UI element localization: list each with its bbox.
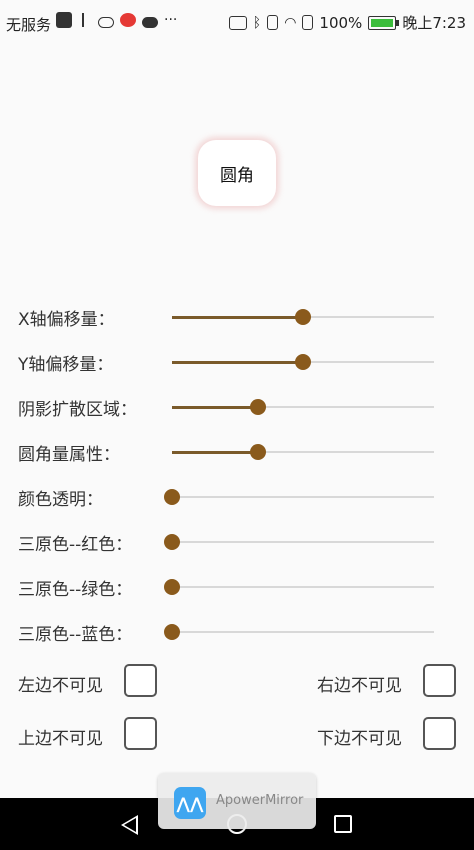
battery-icon xyxy=(368,15,400,30)
cloud-upload-icon xyxy=(142,16,158,28)
clock: 晚上7:23 xyxy=(402,14,466,32)
slider-thumb[interactable] xyxy=(250,399,267,415)
usb-icon xyxy=(82,13,92,27)
top-invisible-checkbox[interactable] xyxy=(124,717,157,750)
slider-row: 圆角量属性： xyxy=(0,436,474,466)
apowermirror-floating-button[interactable]: ⋀⋀ ApowerMirror xyxy=(158,773,316,829)
preview-shadow: 圆角 xyxy=(198,140,276,206)
cast-icon xyxy=(228,15,247,30)
slider-track[interactable] xyxy=(172,405,434,409)
slider-thumb[interactable] xyxy=(164,534,180,550)
slider-track[interactable] xyxy=(172,586,434,588)
sim-icon xyxy=(302,15,314,30)
slider-track[interactable] xyxy=(172,496,434,498)
right-invisible-checkbox[interactable] xyxy=(423,664,456,697)
slider-active-track xyxy=(172,315,303,319)
slider-label: Y轴偏移量： xyxy=(18,355,114,375)
slider-row: 三原色--绿色： xyxy=(0,571,474,601)
recent-apps-icon[interactable] xyxy=(334,815,352,833)
slider-active-track xyxy=(172,360,303,364)
slider-label: 颜色透明： xyxy=(18,490,103,510)
slider-row: 阴影扩散区域： xyxy=(0,391,474,421)
slider-track[interactable] xyxy=(172,541,434,543)
slider-label: 三原色--蓝色： xyxy=(18,625,133,645)
slider-track[interactable] xyxy=(172,450,434,454)
slider-thumb[interactable] xyxy=(164,579,180,595)
slider-label: X轴偏移量： xyxy=(18,310,115,330)
notification-icons: ··· xyxy=(56,12,177,28)
left-invisible-checkbox[interactable] xyxy=(124,664,157,697)
top-invisible-label: 上边不可见 xyxy=(18,729,103,749)
vibrate-icon xyxy=(267,15,279,30)
system-icons: ᛒ ◠ 100% 晚上7:23 xyxy=(228,12,466,33)
slider-row: 颜色透明： xyxy=(0,481,474,511)
apowermirror-logo-icon: ⋀⋀ xyxy=(174,787,206,819)
right-invisible-label: 右边不可见 xyxy=(317,676,402,696)
back-icon[interactable] xyxy=(121,815,138,835)
slider-label: 三原色--红色： xyxy=(18,535,133,555)
slider-thumb[interactable] xyxy=(250,444,267,460)
left-invisible-label: 左边不可见 xyxy=(18,676,103,696)
apowermirror-name: ApowerMirror xyxy=(216,793,304,808)
slider-thumb[interactable] xyxy=(295,309,311,325)
wifi-icon: ◠ xyxy=(284,14,297,31)
slider-thumb[interactable] xyxy=(295,354,311,370)
slider-active-track xyxy=(172,450,259,454)
slider-label: 三原色--绿色： xyxy=(18,580,133,600)
apowermirror-notification-icon xyxy=(56,12,72,28)
weibo-icon xyxy=(120,13,136,27)
cloud-outline-icon xyxy=(98,16,114,28)
battery-percent: 100% xyxy=(319,13,363,32)
bluetooth-icon: ᛒ xyxy=(252,14,262,31)
slider-active-track xyxy=(172,405,259,409)
slider-row: 三原色--蓝色： xyxy=(0,616,474,646)
rounded-preview-card: 圆角 xyxy=(204,146,270,200)
slider-thumb[interactable] xyxy=(164,624,180,640)
status-bar: 无服务 ··· ᛒ ◠ 100% 晚上7:23 xyxy=(0,0,474,48)
slider-row: 三原色--红色： xyxy=(0,526,474,556)
bottom-invisible-label: 下边不可见 xyxy=(317,729,402,749)
carrier-text: 无服务 xyxy=(6,16,52,34)
slider-thumb[interactable] xyxy=(164,489,180,505)
bottom-invisible-checkbox[interactable] xyxy=(423,717,456,750)
slider-label: 阴影扩散区域： xyxy=(18,400,137,420)
preview-label: 圆角 xyxy=(220,165,254,186)
slider-row: Y轴偏移量： xyxy=(0,346,474,376)
more-notifications-icon: ··· xyxy=(164,12,178,28)
slider-label: 圆角量属性： xyxy=(18,445,120,465)
slider-row: X轴偏移量： xyxy=(0,301,474,331)
slider-track[interactable] xyxy=(172,631,434,633)
